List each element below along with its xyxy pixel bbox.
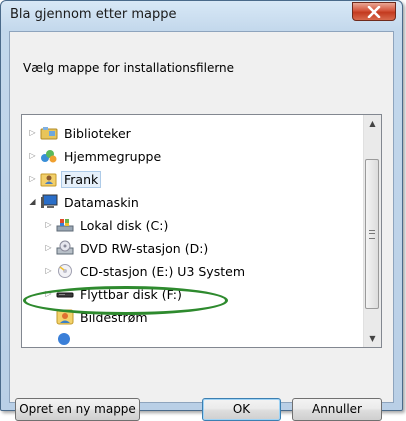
tree-item-frank[interactable]: ▷ Frank [28,168,102,190]
expand-arrow-icon[interactable]: ▷ [44,243,53,253]
tree-item-label: Lokal disk (C:) [80,217,169,233]
user-folder-icon [40,171,58,187]
expand-arrow-icon[interactable]: ▷ [44,289,53,299]
folder-tree[interactable]: ▷ Biblioteker ▷ Hjemmegruppe ▷ Frank ◢ D… [21,114,382,348]
homegroup-icon [40,148,58,164]
tree-item-hjemmegruppe[interactable]: ▷ Hjemmegruppe [28,145,163,167]
expand-arrow-icon[interactable]: ▷ [28,174,37,184]
tree-item-partial [56,329,78,347]
instruction-text: Vælg mappe for installationsfilerne [23,61,235,75]
cancel-button[interactable]: Annuller [292,398,382,421]
tree-item-lokal-disk[interactable]: ▷ Lokal disk (C:) [44,214,170,236]
browse-folder-dialog: Bla gjennom etter mappe Vælg mappe for i… [0,0,403,421]
removable-disk-icon [56,286,74,302]
tree-item-label: Frank [60,170,102,188]
scrollbar-thumb[interactable] [365,159,379,309]
tree-item-biblioteker[interactable]: ▷ Biblioteker [28,122,133,144]
tree-item-label: Datamaskin [64,194,139,210]
tree-item-datamaskin[interactable]: ◢ Datamaskin [28,191,141,213]
close-button[interactable] [352,2,396,21]
tree-item-dvd-rw[interactable]: ▷ DVD RW-stasjon (D:) [44,237,210,259]
new-folder-button[interactable]: Opret en ny mappe [15,398,140,421]
dvd-drive-icon [56,240,74,256]
expand-arrow-icon[interactable]: ▷ [44,266,53,276]
grip-icon [369,230,375,239]
vertical-scrollbar[interactable]: ▲ ▼ [363,115,381,347]
tree-item-label: CD-stasjon (E:) U3 System [80,263,245,279]
computer-icon [40,194,58,210]
title-bar[interactable]: Bla gjennom etter mappe [1,1,402,31]
folder-icon [56,332,74,347]
collapse-arrow-icon[interactable]: ◢ [28,197,37,207]
tree-item-flyttbar-disk[interactable]: ▷ Flyttbar disk (F:) [44,283,184,305]
dialog-client-area: Vælg mappe for installationsfilerne ▷ Bi… [9,31,394,421]
expand-arrow-icon[interactable]: ▷ [44,220,53,230]
scroll-up-icon[interactable]: ▲ [364,115,381,132]
hard-disk-icon [56,217,74,233]
ok-button[interactable]: OK [202,398,281,421]
tree-item-cd-stasjon[interactable]: ▷ CD-stasjon (E:) U3 System [44,260,247,282]
close-icon [367,6,381,18]
expand-arrow-icon[interactable]: ▷ [28,128,37,138]
dialog-title: Bla gjennom etter mappe [10,7,177,22]
tree-item-label: Flyttbar disk (F:) [80,286,182,302]
tree-item-bildestrom[interactable]: Bildestrøm [56,306,150,328]
library-icon [40,125,58,141]
tree-item-label: DVD RW-stasjon (D:) [80,240,209,256]
expand-arrow-icon[interactable]: ▷ [28,151,37,161]
scroll-down-icon[interactable]: ▼ [364,330,381,347]
tree-item-label: Hjemmegruppe [64,148,162,164]
photo-stream-icon [56,309,74,325]
tree-item-label: Biblioteker [64,125,131,141]
cd-drive-icon [56,263,74,279]
tree-item-label: Bildestrøm [80,309,148,325]
